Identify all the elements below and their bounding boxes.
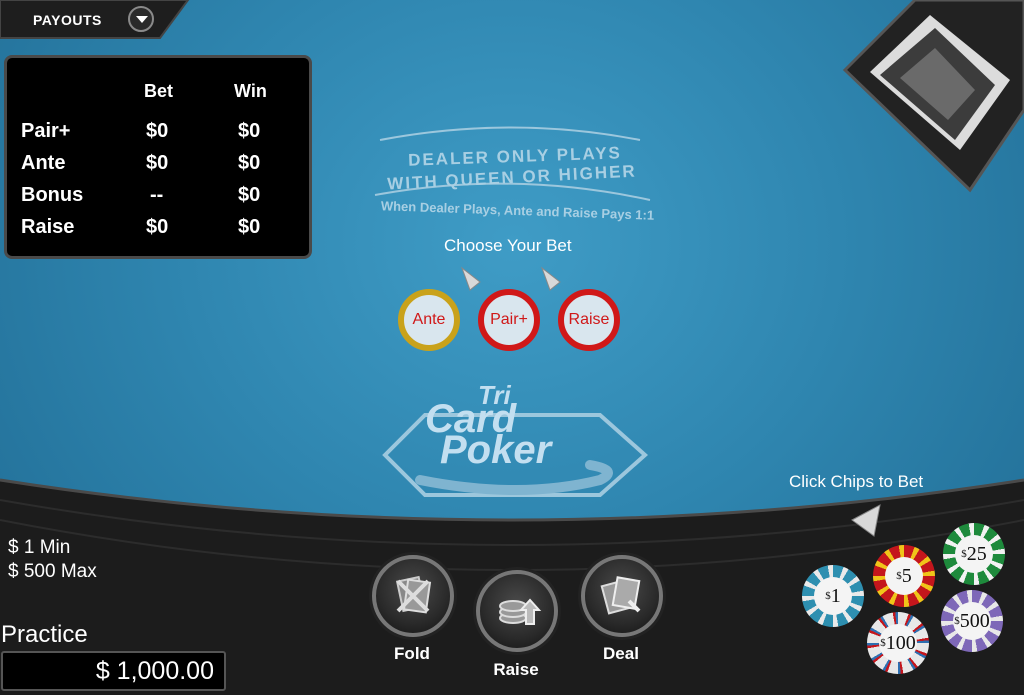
logo-poker: Poker <box>440 428 552 472</box>
deal-cards-icon <box>600 576 641 615</box>
chip-500-face: $500 <box>953 602 991 640</box>
raise-bet-spot[interactable]: Raise <box>558 289 620 351</box>
paytable-row-win: $0 <box>238 120 261 142</box>
paytable-row-name: Ante <box>21 152 66 174</box>
chip-5-face: $5 <box>885 557 923 595</box>
chip-5-value: 5 <box>901 564 912 587</box>
paytable-row-bet: $0 <box>146 120 169 142</box>
paytable-row-win: $0 <box>238 216 261 238</box>
paytable-header-win: Win <box>234 81 267 101</box>
choose-bet-prompt: Choose Your Bet <box>444 236 572 255</box>
paytable-row-bet: $0 <box>146 216 169 238</box>
fold-button[interactable] <box>372 555 454 637</box>
chip-25[interactable]: $25 <box>943 523 1005 585</box>
min-limit: $ 1 Min <box>8 537 71 558</box>
chevron-down-icon[interactable] <box>128 6 154 32</box>
raise-button[interactable] <box>476 570 558 652</box>
paytable-row: Pair+ $0 $0 <box>7 120 309 150</box>
paytable-row-win: $0 <box>238 152 261 174</box>
chip-25-value: 25 <box>966 542 987 565</box>
raise-chips-icon <box>499 598 542 625</box>
card-shoe <box>842 0 1024 193</box>
payouts-label: PAYOUTS <box>33 12 102 28</box>
paytable-row: Ante $0 $0 <box>7 152 309 182</box>
payouts-tab[interactable]: PAYOUTS <box>0 0 188 38</box>
chip-1-value: 1 <box>830 584 841 607</box>
paytable-header-bet: Bet <box>144 81 174 101</box>
pointer-arrow-1 <box>460 266 481 291</box>
fold-cards-icon <box>395 575 432 614</box>
paytable-row-bet: $0 <box>146 152 169 174</box>
paytable-row-name: Pair+ <box>21 120 71 142</box>
paytable-row-win: $0 <box>238 184 261 206</box>
chip-500[interactable]: $500 <box>941 590 1003 652</box>
pairplus-bet-spot[interactable]: Pair+ <box>478 289 540 351</box>
chip-100-face: $100 <box>879 624 917 662</box>
ante-bet-spot[interactable]: Ante <box>398 289 460 351</box>
deal-button[interactable] <box>581 555 663 637</box>
deal-label: Deal <box>603 644 639 663</box>
balance-value: $ 1,000.00 <box>95 656 214 685</box>
chip-100[interactable]: $100 <box>867 612 929 674</box>
fold-label: Fold <box>394 644 430 663</box>
paytable-row-name: Raise <box>21 216 75 238</box>
balance-label: Practice <box>1 621 88 648</box>
max-limit: $ 500 Max <box>8 561 97 582</box>
click-chips-prompt: Click Chips to Bet <box>789 472 924 491</box>
chip-1[interactable]: $1 <box>802 565 864 627</box>
chip-5[interactable]: $5 <box>873 545 935 607</box>
balance-display: $ 1,000.00 <box>1 651 226 691</box>
pointer-arrow-2 <box>540 266 561 291</box>
paytable-row: Raise $0 $0 <box>7 216 309 246</box>
pay-table: Bet Win Pair+ $0 $0 Ante $0 $0 Bonus -- … <box>4 55 312 259</box>
chip-1-face: $1 <box>814 577 852 615</box>
paytable-row-bet: -- <box>150 184 164 206</box>
raise-label: Raise <box>493 660 539 679</box>
paytable-row: Bonus -- $0 <box>7 184 309 214</box>
paytable-row-name: Bonus <box>21 184 84 206</box>
chip-500-value: 500 <box>959 609 990 632</box>
chip-100-value: 100 <box>885 631 916 654</box>
chip-25-face: $25 <box>955 535 993 573</box>
